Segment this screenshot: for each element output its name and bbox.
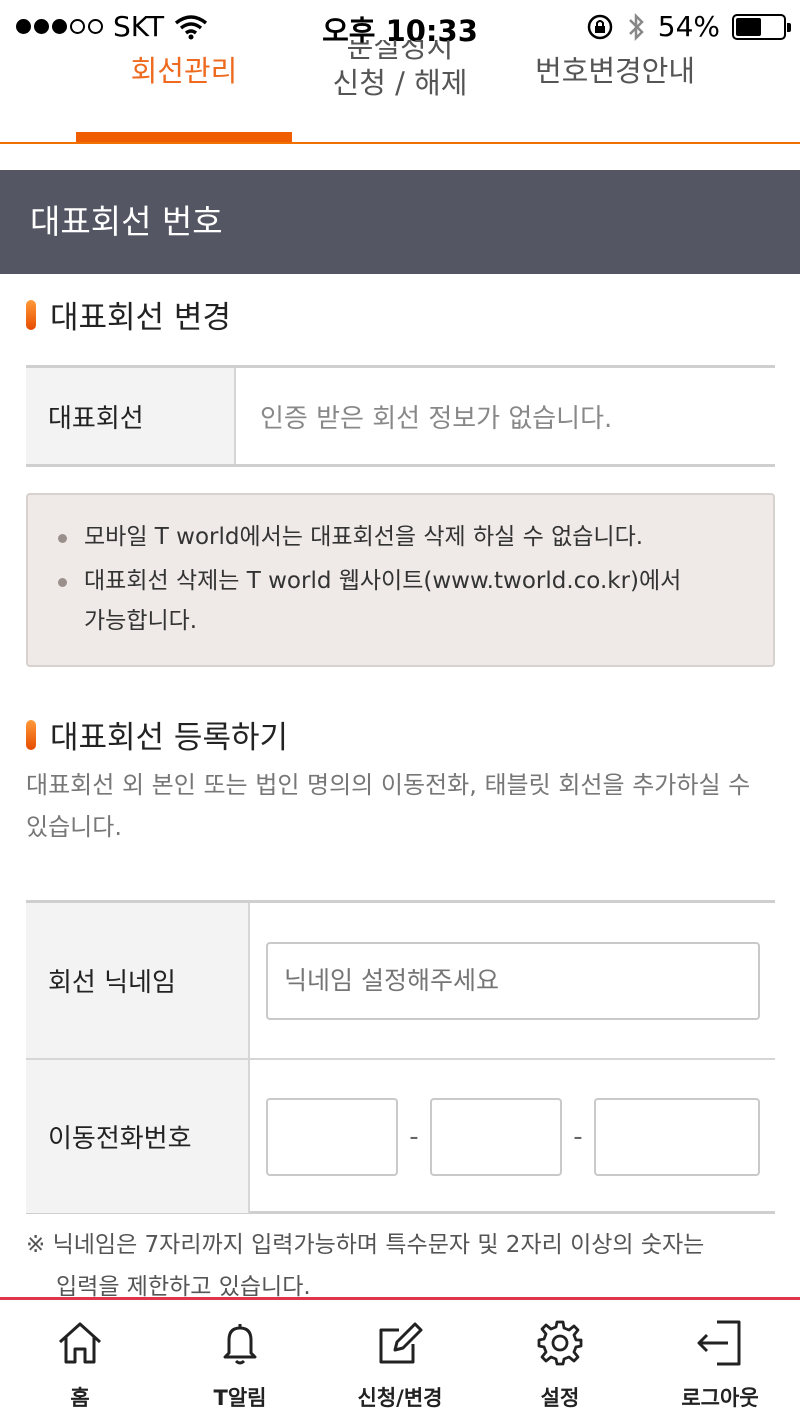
nav-label: T알림	[213, 1386, 267, 1410]
nav-label: 설정	[540, 1386, 580, 1410]
edit-icon	[379, 1322, 423, 1364]
register-description: 대표회선 외 본인 또는 법인 명의의 이동전화, 태블릿 회선을 추가하실 수…	[26, 771, 751, 841]
change-section-title-text: 대표회선 변경	[50, 300, 231, 336]
phone-input-3[interactable]	[594, 1097, 760, 1176]
title-marker-icon	[26, 299, 36, 330]
tab-loss-suspension[interactable]: 분실정지 신청 / 해제	[300, 40, 500, 100]
logout-icon	[697, 1320, 741, 1366]
notice-box: 모바일 T world에서는 대표회선을 삭제 하실 수 없습니다. 대표회선 …	[26, 493, 775, 667]
notice-item: 대표회선 삭제는 T world 웹사이트(www.tworld.co.kr)에…	[58, 561, 698, 641]
phone-cell: - -	[250, 1060, 775, 1213]
phone-input-2[interactable]	[430, 1097, 562, 1176]
nav-label: 홈	[70, 1386, 90, 1410]
nickname-footnote: ※ 닉네임은 7자리까지 입력가능하며 특수문자 및 2자리 이상의 숫자는 입…	[26, 1224, 776, 1308]
tab-line-management[interactable]: 회선관리	[76, 54, 292, 88]
rotation-lock-icon	[587, 14, 613, 39]
status-right: 54%	[586, 10, 791, 43]
register-section-title: 대표회선 등록하기	[26, 712, 288, 757]
tab-label: 회선관리	[130, 54, 238, 88]
change-section-title: 대표회선 변경	[26, 292, 231, 337]
nav-home[interactable]: 홈	[0, 1300, 160, 1423]
battery-percent: 54%	[657, 10, 720, 43]
title-marker-icon	[26, 719, 36, 750]
battery-icon	[732, 13, 791, 40]
footnote-line-1: ※ 닉네임은 7자리까지 입력가능하며 특수문자 및 2자리 이상의 숫자는	[26, 1232, 705, 1258]
nickname-input[interactable]	[266, 941, 760, 1020]
bottom-nav: 홈 T알림 신청/변경 설정 로그아웃	[0, 1297, 800, 1423]
nickname-cell	[250, 903, 775, 1058]
notice-item: 모바일 T world에서는 대표회선을 삭제 하실 수 없습니다.	[58, 517, 749, 557]
representative-line-label: 대표회선	[26, 368, 236, 464]
nav-settings[interactable]: 설정	[480, 1300, 640, 1423]
section-title: 대표회선 번호	[30, 202, 223, 241]
representative-line-table: 대표회선 인증 받은 회선 정보가 없습니다.	[26, 365, 775, 467]
nav-logout[interactable]: 로그아웃	[640, 1300, 800, 1423]
tab-bar: 회선관리 분실정지 신청 / 해제 번호변경안내	[0, 40, 800, 144]
home-icon	[58, 1322, 102, 1364]
bell-icon	[223, 1324, 257, 1365]
nav-label: 로그아웃	[681, 1386, 759, 1410]
phone-row: 이동전화번호 - -	[26, 1058, 775, 1213]
nickname-row: 회선 닉네임	[26, 903, 775, 1058]
tab-number-change-guide[interactable]: 번호변경안내	[510, 54, 720, 88]
register-section-title-text: 대표회선 등록하기	[50, 720, 289, 756]
phone-separator: -	[573, 1121, 583, 1152]
nickname-label: 회선 닉네임	[26, 903, 250, 1058]
representative-line-value: 인증 받은 회선 정보가 없습니다.	[260, 403, 613, 434]
tab-label-top: 분실정지	[346, 40, 454, 64]
tab-label: 신청 / 해제	[332, 66, 468, 100]
active-tab-indicator	[76, 132, 292, 142]
phone-label: 이동전화번호	[26, 1060, 250, 1213]
tab-label: 번호변경안내	[534, 54, 696, 88]
bluetooth-icon	[628, 12, 644, 41]
register-form-table: 회선 닉네임 이동전화번호 - -	[26, 900, 775, 1214]
nav-t-alarm[interactable]: T알림	[160, 1300, 320, 1423]
section-header: 대표회선 번호	[0, 170, 800, 274]
phone-separator: -	[409, 1121, 419, 1152]
phone-input-1[interactable]	[266, 1097, 398, 1176]
nav-label: 신청/변경	[357, 1386, 443, 1410]
gear-icon	[537, 1320, 583, 1366]
nav-apply-change[interactable]: 신청/변경	[320, 1300, 480, 1423]
